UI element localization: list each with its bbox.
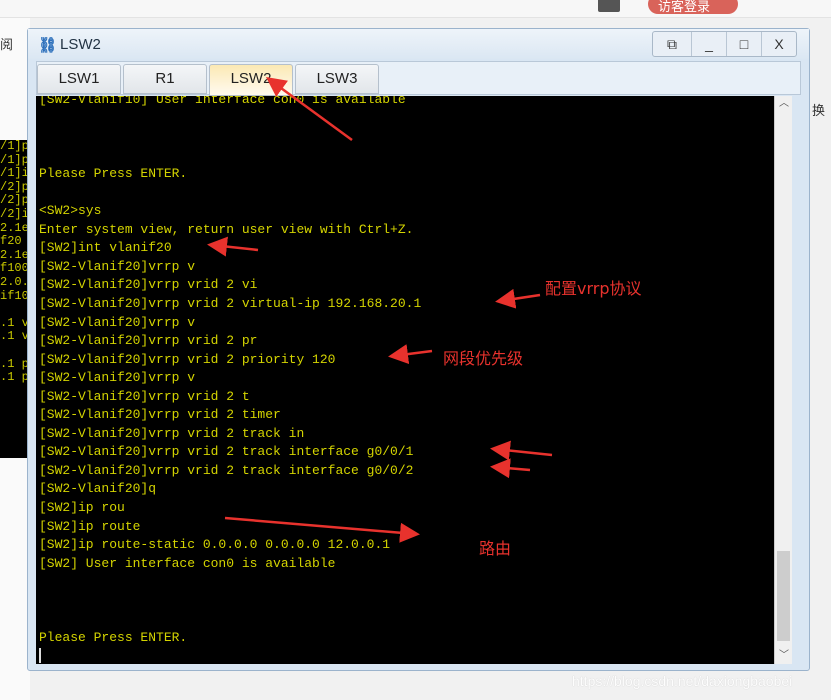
annotation-arrows [207, 77, 553, 543]
annotation-route: 路由 [479, 539, 512, 558]
arrow-vip [495, 288, 541, 309]
arrow-track1 [490, 440, 553, 461]
watermark: https://blog.csdn.net/daxiongbaobei [572, 673, 793, 689]
arrow-route [224, 516, 420, 543]
arrow-priority [388, 344, 433, 365]
arrow-track2 [490, 458, 531, 479]
arrow-tab [265, 77, 353, 142]
annotation-vrrp: 配置vrrp协议 [545, 279, 642, 298]
arrow-vlanif [207, 236, 259, 257]
annotation-priority: 网段优先级 [443, 349, 524, 368]
